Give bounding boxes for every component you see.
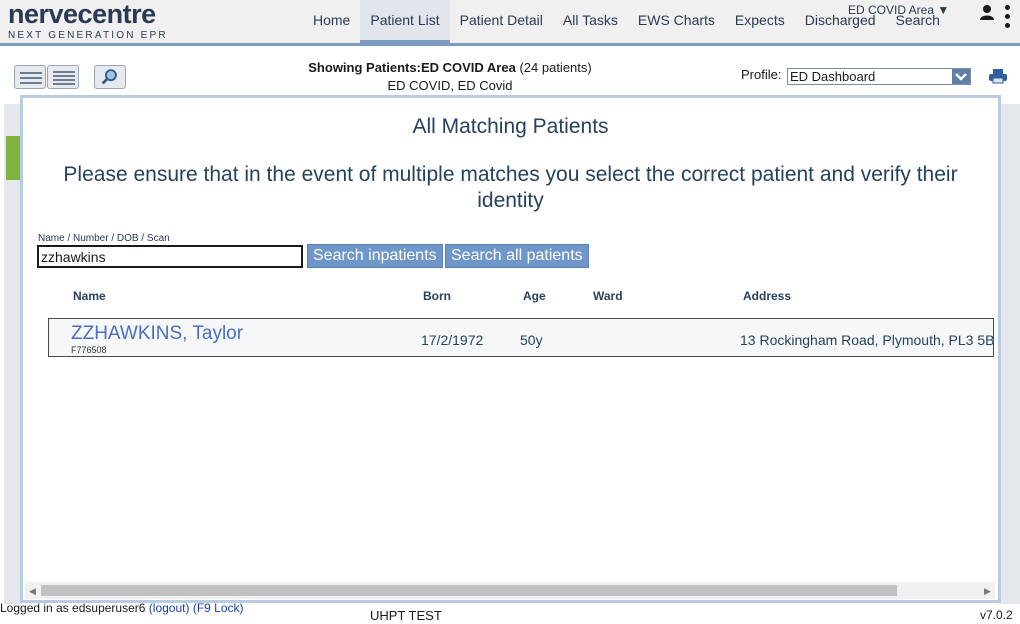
version-label: v7.0.2 — [980, 608, 1013, 622]
column-header-born[interactable]: Born — [423, 289, 451, 303]
patient-born: 17/2/1972 — [421, 332, 484, 348]
showing-count: (24 patients) — [519, 60, 592, 75]
scroll-right-icon[interactable]: ▶ — [984, 586, 991, 597]
list-view-icon[interactable] — [47, 65, 79, 89]
search-all-patients-button[interactable]: Search all patients — [445, 244, 589, 268]
scrollbar-thumb[interactable] — [41, 585, 897, 596]
scroll-left-icon[interactable]: ◀ — [29, 586, 36, 597]
nav-expects[interactable]: Expects — [725, 0, 795, 43]
nav-patient-list[interactable]: Patient List — [360, 0, 450, 43]
nervecentre-logo[interactable]: nervecentre NEXT GENERATION EPR — [8, 1, 168, 42]
profile-label: Profile: — [741, 67, 782, 82]
more-menu-icon[interactable] — [1004, 5, 1012, 31]
search-inpatients-button[interactable]: Search inpatients — [307, 244, 443, 268]
showing-area: ED COVID Area — [420, 60, 516, 75]
dialog-title: All Matching Patients — [412, 115, 609, 138]
showing-prefix: Showing Patients: — [308, 60, 421, 75]
patient-address: 13 Rockingham Road, Plymouth, PL3 5B — [740, 332, 994, 348]
patient-number: F776508 — [71, 345, 107, 355]
patient-result-row[interactable]: ZZHAWKINS, Taylor F776508 17/2/1972 50y … — [48, 318, 994, 357]
logout-link[interactable]: (logout) — [149, 601, 190, 615]
area-selector[interactable]: ED COVID Area ▼ — [848, 3, 949, 17]
nav-home[interactable]: Home — [303, 0, 360, 43]
column-header-name[interactable]: Name — [73, 289, 106, 303]
print-icon[interactable] — [988, 68, 1008, 84]
horizontal-scrollbar[interactable]: ◀ ▶ — [25, 582, 995, 599]
nav-patient-detail[interactable]: Patient Detail — [450, 0, 553, 43]
profile-select[interactable]: ED Dashboard — [787, 68, 971, 85]
logo-tagline: NEXT GENERATION EPR — [8, 30, 168, 41]
column-header-address[interactable]: Address — [743, 289, 791, 303]
dialog-warning: Please ensure that in the event of multi… — [63, 163, 958, 212]
showing-sub: ED COVID, ED Covid — [387, 78, 513, 93]
column-header-age[interactable]: Age — [523, 289, 546, 303]
nav-all-tasks[interactable]: All Tasks — [553, 0, 628, 43]
card-view-icon[interactable] — [14, 65, 46, 89]
profile-value: ED Dashboard — [790, 69, 876, 84]
lock-link[interactable]: (F9 Lock) — [193, 601, 244, 615]
user-icon[interactable] — [979, 4, 995, 20]
nav-ews-charts[interactable]: EWS Charts — [628, 0, 725, 43]
search-label: Name / Number / DOB / Scan — [38, 233, 170, 244]
column-header-ward[interactable]: Ward — [593, 289, 623, 303]
chevron-down-icon — [952, 69, 970, 84]
status-footer: Logged in as edsuperuser6 (logout) (F9 L… — [0, 602, 1020, 624]
search-icon[interactable] — [94, 65, 126, 89]
login-status: Logged in as edsuperuser6 (logout) (F9 L… — [0, 602, 250, 615]
top-header: nervecentre NEXT GENERATION EPR Home Pat… — [0, 0, 1020, 46]
patient-name-link[interactable]: ZZHAWKINS, Taylor — [71, 323, 243, 345]
showing-patients-summary: Showing Patients:ED COVID Area (24 patie… — [240, 59, 660, 95]
environment-label: UHPT TEST — [370, 608, 442, 623]
logged-in-text: Logged in as edsuperuser6 — [0, 601, 146, 615]
patient-search-input[interactable] — [37, 245, 303, 268]
background-list-edge-right — [998, 104, 1020, 604]
logo-text: nervecentre — [8, 0, 156, 29]
patient-list-toolbar: Showing Patients:ED COVID Area (24 patie… — [0, 49, 1020, 97]
patient-age: 50y — [520, 332, 543, 348]
matching-patients-dialog: All Matching Patients Please ensure that… — [20, 95, 1001, 603]
